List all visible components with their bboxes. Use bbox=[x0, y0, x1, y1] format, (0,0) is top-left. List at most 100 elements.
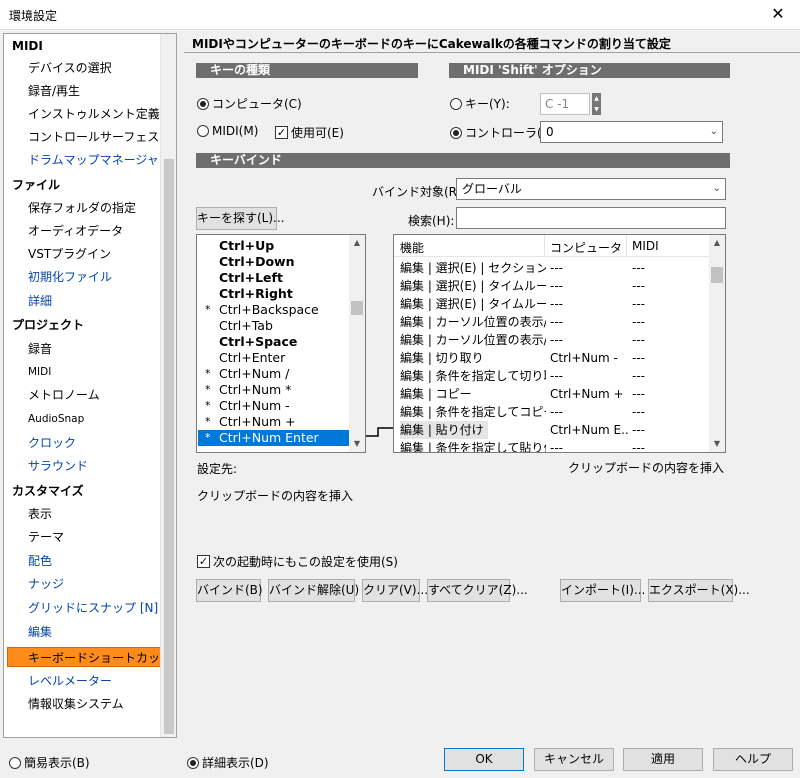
sidebar-item[interactable]: テーマ bbox=[28, 527, 64, 547]
table-row[interactable]: 編集 | 選択(E) | セクションの... --- --- bbox=[394, 259, 711, 277]
key-list-item[interactable]: * Ctrl+Num / bbox=[198, 366, 349, 382]
shift-key-spinner[interactable]: ▲ ▼ bbox=[592, 93, 601, 115]
controller-select[interactable]: 0 ⌄ bbox=[540, 121, 723, 143]
export-button[interactable]: エクスポート(X)... bbox=[648, 579, 750, 602]
sidebar-item[interactable]: MIDI bbox=[28, 362, 51, 382]
sidebar-item[interactable]: レベルメーター bbox=[28, 671, 112, 691]
scroll-down-icon[interactable]: ▼ bbox=[709, 436, 725, 452]
cancel-button[interactable]: キャンセル bbox=[534, 748, 614, 771]
key-list-item[interactable]: * Ctrl+Backspace bbox=[198, 302, 349, 318]
sidebar-item[interactable]: ナッジ bbox=[28, 574, 64, 594]
key-list[interactable]: * Ctrl+Num Enter * Ctrl+Num + * Ctrl+Num - * Ct… bbox=[196, 234, 366, 453]
table-row[interactable]: 編集 | 条件を指定して貼り付け --- --- bbox=[394, 439, 711, 452]
sidebar-category[interactable]: ファイル bbox=[12, 175, 60, 195]
computer-radio[interactable]: コンピュータ(C) bbox=[197, 95, 302, 112]
scroll-down-icon[interactable]: ▼ bbox=[349, 436, 365, 452]
sidebar-item[interactable]: 配色 bbox=[28, 551, 52, 571]
scroll-up-icon[interactable]: ▲ bbox=[709, 235, 725, 251]
sidebar-item[interactable]: デバイスの選択 bbox=[28, 58, 112, 78]
ok-button[interactable]: OK bbox=[444, 748, 524, 771]
sidebar-item[interactable]: クロック bbox=[28, 433, 76, 453]
help-button[interactable]: ヘルプ bbox=[713, 748, 793, 771]
key-list-scrollbar[interactable]: ▲ ▼ bbox=[349, 235, 365, 452]
simple-view-radio[interactable]: 簡易表示(B) bbox=[9, 754, 90, 771]
table-row[interactable]: 編集 | カーソル位置の表示/... --- --- bbox=[394, 331, 711, 349]
shift-key-label: キー(Y): bbox=[465, 97, 510, 111]
key-list-item[interactable]: * Ctrl+Num + bbox=[198, 414, 349, 430]
key-list-item[interactable]: Ctrl+Up bbox=[198, 238, 349, 254]
sidebar-item[interactable]: 情報収集システム bbox=[28, 694, 124, 714]
key-list-item[interactable]: * Ctrl+Num Enter bbox=[198, 430, 349, 446]
search-input[interactable] bbox=[456, 207, 726, 229]
table-row[interactable]: 編集 | 選択(E) | タイムルーラ... --- --- bbox=[394, 277, 711, 295]
sidebar-item[interactable]: 表示 bbox=[28, 504, 52, 524]
close-icon[interactable]: ✕ bbox=[756, 0, 800, 30]
sidebar-category[interactable]: プロジェクト bbox=[12, 315, 84, 335]
sidebar-item[interactable]: ドラムマップマネージャ bbox=[28, 150, 159, 170]
table-row[interactable]: 編集 | 貼り付け Ctrl+Num E... --- bbox=[394, 421, 711, 439]
sidebar-item[interactable]: 録音 bbox=[28, 339, 52, 359]
column-header-function[interactable]: 機能 bbox=[400, 239, 424, 256]
scroll-up-icon[interactable]: ▲ bbox=[349, 235, 365, 251]
clear-all-button[interactable]: すべてクリア(Z)... bbox=[427, 579, 528, 602]
sidebar-item[interactable]: メトロノーム bbox=[28, 385, 100, 405]
sidebar-item[interactable]: 初期化ファイル bbox=[28, 267, 112, 287]
table-row[interactable]: 編集 | 条件を指定してコピー --- --- bbox=[394, 403, 711, 421]
column-header-computer[interactable]: コンピュータ bbox=[550, 239, 622, 256]
preferences-tree[interactable]: 情報収集システム レベルメーター キーボードショートカット 編集 グリッドにスナップ [… bbox=[3, 33, 177, 738]
sidebar-item[interactable]: 詳細 bbox=[28, 291, 52, 311]
spin-up-icon[interactable]: ▲ bbox=[592, 93, 601, 104]
sidebar-item[interactable]: コントロールサーフェス bbox=[28, 127, 159, 147]
use-next-time-checkbox[interactable]: ✓ 次の起動時にもこの設定を使用(S) bbox=[197, 553, 398, 570]
midi-key-cell: --- bbox=[632, 405, 645, 419]
shift-key-radio[interactable]: キー(Y): bbox=[450, 95, 510, 112]
spin-down-icon[interactable]: ▼ bbox=[592, 104, 601, 115]
command-table[interactable]: 編集 | 条件を指定して貼り付け --- --- 編集 | 貼り付け Ctrl+Num … bbox=[393, 234, 726, 453]
table-row[interactable]: 編集 | カーソル位置の表示/... --- --- bbox=[394, 313, 711, 331]
apply-button[interactable]: 適用 bbox=[623, 748, 703, 771]
key-list-item[interactable]: Ctrl+Space bbox=[198, 334, 349, 350]
key-list-item[interactable]: Ctrl+Tab bbox=[198, 318, 349, 334]
sidebar-item[interactable]: インストゥルメント定義 bbox=[28, 104, 160, 124]
sidebar-item[interactable]: グリッドにスナップ [N] bbox=[28, 598, 158, 618]
bind-button[interactable]: バインド(B) bbox=[196, 579, 263, 602]
table-row[interactable]: 編集 | コピー Ctrl+Num + --- bbox=[394, 385, 711, 403]
clear-button[interactable]: クリア(V)... bbox=[362, 579, 428, 602]
command-table-scroll-thumb[interactable] bbox=[711, 267, 723, 283]
key-list-item[interactable]: Ctrl+Enter bbox=[198, 350, 349, 366]
column-header-midi[interactable]: MIDI bbox=[632, 239, 659, 253]
sidebar-item[interactable]: サラウンド bbox=[28, 456, 88, 476]
table-row[interactable]: 編集 | 選択(E) | タイムルーラ... --- --- bbox=[394, 295, 711, 313]
key-list-item[interactable]: * Ctrl+Num * bbox=[198, 382, 349, 398]
key-list-item[interactable]: Ctrl+Left bbox=[198, 270, 349, 286]
sidebar-scrollbar[interactable] bbox=[160, 34, 176, 737]
find-key-button[interactable]: キーを探す(L)... bbox=[196, 207, 285, 230]
sidebar-item[interactable]: VSTプラグイン bbox=[28, 244, 111, 264]
sidebar-item[interactable]: 編集 bbox=[28, 622, 52, 642]
shift-key-field[interactable]: C -1 bbox=[540, 93, 590, 115]
radio-empty-icon bbox=[9, 756, 21, 769]
sidebar-item[interactable]: AudioSnap bbox=[28, 409, 84, 429]
sidebar-category[interactable]: カスタマイズ bbox=[12, 481, 84, 501]
detail-view-radio[interactable]: 詳細表示(D) bbox=[187, 754, 269, 771]
sidebar-category[interactable]: MIDI bbox=[12, 36, 43, 56]
sidebar-scroll-thumb[interactable] bbox=[164, 159, 174, 734]
bind-target-select[interactable]: グローバル ⌄ bbox=[456, 178, 726, 200]
enable-checkbox[interactable]: ✓ 使用可(E) bbox=[275, 124, 344, 141]
computer-key-cell: Ctrl+Num E... bbox=[550, 423, 628, 437]
table-row[interactable]: 編集 | 切り取り Ctrl+Num - --- bbox=[394, 349, 711, 367]
key-list-item[interactable]: * Ctrl+Num - bbox=[198, 398, 349, 414]
sidebar-item[interactable]: キーボードショートカット bbox=[7, 647, 172, 667]
key-list-item[interactable]: Ctrl+Down bbox=[198, 254, 349, 270]
key-label: Ctrl+Left bbox=[219, 270, 283, 285]
sidebar-item[interactable]: 録音/再生 bbox=[28, 81, 80, 101]
key-list-item[interactable]: Ctrl+Right bbox=[198, 286, 349, 302]
midi-radio[interactable]: MIDI(M) bbox=[197, 124, 258, 138]
table-row[interactable]: 編集 | 条件を指定して切り取り --- --- bbox=[394, 367, 711, 385]
unbind-button[interactable]: バインド解除(U) bbox=[268, 579, 359, 602]
key-list-scroll-thumb[interactable] bbox=[351, 301, 363, 315]
command-table-scrollbar[interactable]: ▲ ▼ bbox=[709, 235, 725, 452]
import-button[interactable]: インポート(I)... bbox=[560, 579, 645, 602]
sidebar-item[interactable]: オーディオデータ bbox=[28, 221, 123, 241]
sidebar-item[interactable]: 保存フォルダの指定 bbox=[28, 198, 136, 218]
